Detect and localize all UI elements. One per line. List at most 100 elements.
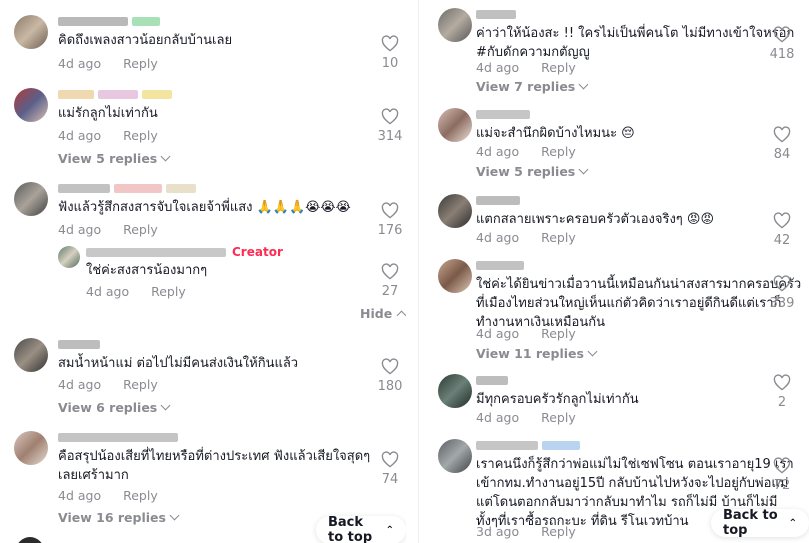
view-replies-button[interactable]: View 5 replies: [476, 164, 589, 179]
chevron-down-icon: [169, 510, 180, 521]
avatar[interactable]: [438, 8, 472, 42]
view-replies-button[interactable]: View 11 replies: [476, 346, 598, 361]
comment-text-line: ที่เมืองไทยส่วนใหญ่เห็นแก่ตัวคิดว่าเราอย…: [476, 296, 782, 311]
username-blurred[interactable]: [58, 15, 160, 27]
comments-column-right: ค่าว่าให้น้องสะ !! ใครไม่เป็นพี่คนโต ไม่…: [424, 0, 809, 543]
comment-age: 4d ago: [86, 284, 130, 299]
avatar[interactable]: [438, 194, 472, 228]
username-blurred[interactable]: [476, 8, 516, 20]
username-blurred[interactable]: [58, 431, 178, 443]
comment-text: ใช่ค่ะสงสารน้องมากๆ: [86, 263, 208, 278]
reply-button[interactable]: Reply: [123, 222, 158, 237]
like-control: 84: [762, 126, 802, 162]
like-control: 180: [370, 358, 406, 394]
comment-age: 4d ago: [476, 230, 520, 245]
heart-icon[interactable]: [381, 202, 399, 219]
reply-button[interactable]: Reply: [123, 56, 158, 71]
double-chevron-up-icon: ⌃: [385, 524, 394, 536]
view-replies-label: View 5 replies: [58, 151, 158, 166]
chevron-down-icon: [160, 151, 171, 162]
reply-button[interactable]: Reply: [541, 410, 576, 425]
like-count: 180: [377, 379, 403, 394]
username-blurred[interactable]: [476, 259, 524, 271]
chevron-down-icon: [578, 79, 589, 90]
view-replies-button[interactable]: View 7 replies: [476, 79, 589, 94]
comment-text-line: เราคนนึงก็รู้สึกว่าพ่อแม่ไม่ใช่เซฟโซน ตอ…: [476, 457, 794, 472]
chevron-down-icon: [578, 164, 589, 175]
back-to-top-button[interactable]: Back to top ⌃: [316, 515, 406, 543]
comment-text-line: คือสรุปน้องเสียที่ไทยหรือที่ต่างประเทศ ฟ…: [58, 449, 371, 464]
hide-replies-button[interactable]: Hide: [360, 306, 406, 321]
comment-age: 4d ago: [58, 377, 102, 392]
back-to-top-label: Back to top: [723, 508, 778, 538]
like-count: 42: [773, 233, 791, 248]
heart-icon[interactable]: [381, 35, 399, 52]
comment-text: แตกสลายเพราะครอบครัวตัวเองจริงๆ 😡😡: [476, 212, 715, 227]
comment-age: 4d ago: [58, 222, 102, 237]
username-blurred[interactable]: [476, 439, 580, 451]
reply-button[interactable]: Reply: [123, 488, 158, 503]
username-blurred[interactable]: [476, 374, 508, 386]
view-replies-button[interactable]: View 5 replies: [58, 151, 171, 166]
avatar[interactable]: [438, 374, 472, 408]
heart-icon[interactable]: [381, 108, 399, 125]
avatar[interactable]: [438, 439, 472, 473]
comment-age: 4d ago: [476, 326, 520, 341]
reply-button[interactable]: Reply: [123, 128, 158, 143]
back-to-top-button[interactable]: Back to top ⌃: [711, 508, 809, 538]
creator-avatar[interactable]: [58, 246, 80, 268]
comment-text-line: เลยเศร้ามาก: [58, 468, 129, 483]
avatar[interactable]: [14, 182, 48, 216]
heart-icon[interactable]: [773, 457, 791, 474]
avatar[interactable]: [438, 108, 472, 142]
avatar[interactable]: [14, 338, 48, 372]
reply-button[interactable]: Reply: [541, 230, 576, 245]
view-replies-button[interactable]: View 16 replies: [58, 510, 180, 525]
heart-icon[interactable]: [773, 275, 791, 292]
chevron-up-icon: [396, 310, 406, 320]
comments-column-left: คิดถึงเพลงสาวน้อยกลับบ้านเลย 4d ago Repl…: [0, 0, 406, 543]
reply-button[interactable]: Reply: [541, 326, 576, 341]
avatar[interactable]: [16, 537, 44, 543]
avatar[interactable]: [14, 15, 48, 49]
view-replies-button[interactable]: View 6 replies: [58, 400, 171, 415]
username-blurred[interactable]: [58, 88, 172, 100]
reply-button[interactable]: Reply: [123, 377, 158, 392]
like-count: 27: [381, 284, 399, 299]
heart-icon[interactable]: [381, 451, 399, 468]
username-blurred[interactable]: [476, 108, 530, 120]
hide-label: Hide: [360, 306, 393, 321]
avatar[interactable]: [14, 88, 48, 122]
reply-button[interactable]: Reply: [151, 284, 186, 299]
username-blurred[interactable]: [58, 182, 196, 194]
avatar[interactable]: [14, 431, 48, 465]
comment-text: แม่รักลูกไม่เท่ากัน: [58, 106, 158, 121]
avatar[interactable]: [438, 259, 472, 293]
column-divider: [418, 0, 419, 543]
like-control: 176: [370, 202, 406, 238]
comment-text: สมน้ำหน้าแม่ ต่อไปไม่มีคนส่งเงินให้กินแล…: [58, 356, 299, 371]
username-blurred[interactable]: [476, 194, 520, 206]
heart-icon[interactable]: [381, 358, 399, 375]
like-control: 27: [370, 263, 406, 299]
comment-text-line: ค่าว่าให้น้องสะ !! ใครไม่เป็นพี่คนโต ไม่…: [476, 26, 795, 41]
username-blurred[interactable]: Creator: [86, 245, 283, 259]
heart-icon[interactable]: [773, 212, 791, 229]
username-blurred[interactable]: [58, 338, 100, 350]
comment-text: คือสรุปน้องเสียที่ไทยหรือที่ต่างประเทศ ฟ…: [58, 447, 370, 485]
comment-age: 4d ago: [476, 144, 520, 159]
comment-age: 4d ago: [476, 410, 520, 425]
heart-icon[interactable]: [773, 26, 791, 43]
reply-button[interactable]: Reply: [541, 60, 576, 75]
reply-button[interactable]: Reply: [541, 144, 576, 159]
comment-text: มีทุกครอบครัวรักลูกไม่เท่ากัน: [476, 392, 639, 407]
heart-icon[interactable]: [773, 126, 791, 143]
comment-text-line: ใช่ค่ะได้ยินข่าวเมื่อวานนี้เหมือนกันน่าส…: [476, 277, 802, 292]
creator-badge: Creator: [232, 245, 283, 259]
heart-icon[interactable]: [381, 263, 399, 280]
reply-button[interactable]: Reply: [541, 524, 576, 539]
like-count: 339: [769, 296, 795, 311]
heart-icon[interactable]: [773, 374, 791, 391]
comment-text: คิดถึงเพลงสาวน้อยกลับบ้านเลย: [58, 33, 233, 48]
view-replies-label: View 7 replies: [476, 79, 576, 94]
